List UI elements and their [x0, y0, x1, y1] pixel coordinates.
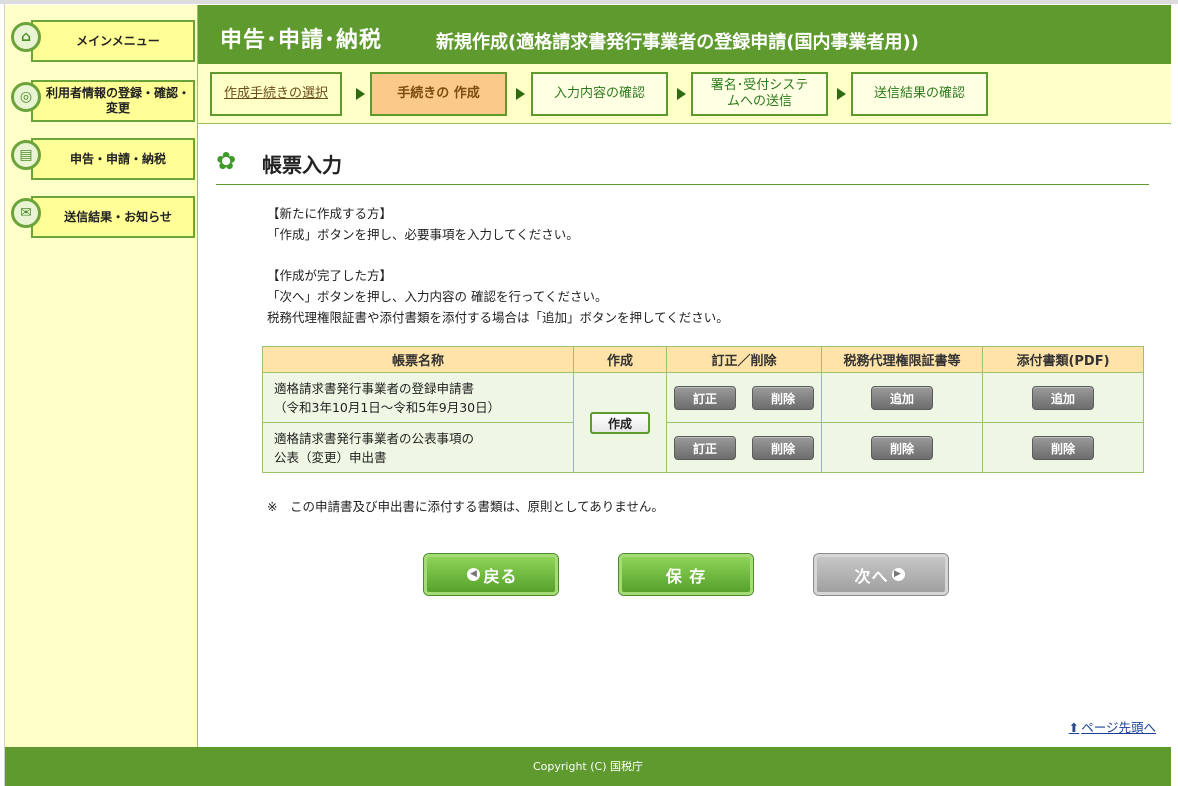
page-title: 帳票入力: [262, 153, 342, 177]
sidebar-item-user-info[interactable]: ◎ 利用者情報の登録・確認・変更: [11, 80, 195, 122]
arrow-left-icon: ◀: [467, 568, 481, 581]
step-arrow-icon: [837, 88, 846, 100]
step-send: 署名･受付システムへの送信: [691, 72, 828, 116]
create-button[interactable]: 作成: [590, 411, 650, 434]
step-select-procedure[interactable]: 作成手続きの選択: [210, 72, 342, 116]
delete-button[interactable]: 削除: [751, 385, 814, 410]
page-top-label: ページ先頭へ: [1081, 720, 1156, 735]
sidebar-item-results[interactable]: ✉ 送信結果・お知らせ: [11, 196, 195, 238]
save-button[interactable]: 保 存: [619, 554, 753, 595]
col-header-attachments: 添付書類(PDF): [982, 346, 1144, 373]
forms-table: 帳票名称 作成 訂正／削除 税務代理権限証書等 添付書類(PDF) 適格請求書発…: [262, 346, 1144, 473]
edit-delete-cell: 訂正 削除: [666, 372, 822, 423]
main-content: ✿ 帳票入力 【新たに作成する方】 「作成」ボタンを押し、必要事項を入力してくだ…: [198, 125, 1171, 747]
step-result: 送信結果の確認: [851, 72, 988, 116]
col-header-edit-delete: 訂正／削除: [666, 346, 822, 373]
edit-delete-cell: 訂正 削除: [666, 422, 822, 473]
form-name-line1: 適格請求書発行事業者の公表事項の: [274, 430, 475, 446]
instructions-new-text: 「作成」ボタンを押し、必要事項を入力してください。: [267, 227, 579, 242]
user-icon: ◎: [11, 82, 41, 112]
attachment-note: ※ この申請書及び申出書に添付する書類は、原則としてありません。: [267, 499, 664, 514]
proxy-delete-button[interactable]: 削除: [871, 435, 933, 460]
instructions-done-text1: 「次へ」ボタンを押し、入力内容の 確認を行ってください。: [267, 289, 608, 304]
step-arrow-icon: [677, 88, 686, 100]
instructions-done-heading: 【作成が完了した方】: [267, 268, 393, 283]
sidebar-item-label: 申告・申請・納税: [31, 138, 195, 180]
page-title-bar: ✿ 帳票入力: [216, 147, 1149, 185]
col-header-create: 作成: [573, 346, 667, 373]
step-arrow-icon: [516, 88, 525, 100]
delete-button[interactable]: 削除: [751, 435, 814, 460]
next-button[interactable]: 次へ ▶: [814, 554, 948, 595]
proxy-cell: 削除: [821, 422, 983, 473]
home-icon: ⌂: [11, 22, 41, 52]
sidebar-item-label: メインメニュー: [31, 20, 195, 62]
sidebar-item-filing[interactable]: ▤ 申告・申請・納税: [11, 138, 195, 180]
proxy-cell: 追加: [821, 372, 983, 423]
attach-add-button[interactable]: 追加: [1032, 385, 1094, 410]
step-arrow-icon: [356, 88, 365, 100]
step-create: 手続きの 作成: [370, 72, 507, 116]
attach-cell: 削除: [982, 422, 1144, 473]
header-title: 申告･申請･納税: [220, 28, 383, 53]
instructions-done: 【作成が完了した方】 「次へ」ボタンを押し、入力内容の 確認を行ってください。 …: [267, 265, 729, 328]
sidebar: ⌂ メインメニュー ◎ 利用者情報の登録・確認・変更 ▤ 申告・申請・納税 ✉ …: [5, 5, 198, 747]
arrow-up-icon: ⬆: [1068, 720, 1080, 735]
header-subtitle: 新規作成(適格請求書発行事業者の登録申請(国内事業者用)): [436, 32, 919, 53]
step-confirm: 入力内容の確認: [531, 72, 668, 116]
form-name-line2: （令和3年10月1日～令和5年9月30日）: [274, 399, 501, 415]
table-header-row: 帳票名称 作成 訂正／削除 税務代理権限証書等 添付書類(PDF): [262, 346, 1144, 373]
sidebar-item-main-menu[interactable]: ⌂ メインメニュー: [11, 20, 195, 62]
form-name-line1: 適格請求書発行事業者の登録申請書: [274, 380, 475, 396]
table-row: 適格請求書発行事業者の公表事項の 公表（変更）申出書 訂正 削除 削除 削除: [262, 422, 1144, 473]
attach-cell: 追加: [982, 372, 1144, 423]
clover-icon: ✿: [216, 147, 237, 175]
back-button[interactable]: ◀ 戻る: [424, 554, 558, 595]
save-button-label: 保 存: [665, 566, 707, 586]
edit-button[interactable]: 訂正: [674, 385, 736, 410]
col-header-proxy-certificate: 税務代理権限証書等: [821, 346, 983, 373]
edit-button[interactable]: 訂正: [674, 435, 736, 460]
instructions-new: 【新たに作成する方】 「作成」ボタンを押し、必要事項を入力してください。: [267, 203, 579, 245]
sidebar-item-label: 利用者情報の登録・確認・変更: [31, 80, 195, 122]
table-row: 適格請求書発行事業者の登録申請書 （令和3年10月1日～令和5年9月30日） 作…: [262, 372, 1144, 473]
proxy-add-button[interactable]: 追加: [871, 385, 933, 410]
document-icon: ▤: [11, 140, 41, 170]
attach-delete-button[interactable]: 削除: [1032, 435, 1094, 460]
back-button-label: 戻る: [483, 566, 518, 586]
page-top-link[interactable]: ⬆ ページ先頭へ: [1069, 717, 1156, 736]
col-header-form-name: 帳票名称: [262, 346, 574, 373]
header-bar: 申告･申請･納税 新規作成(適格請求書発行事業者の登録申請(国内事業者用)): [198, 5, 1171, 64]
instructions-new-heading: 【新たに作成する方】: [267, 206, 393, 221]
mail-icon: ✉: [11, 198, 41, 228]
progress-steps: 作成手続きの選択 手続きの 作成 入力内容の確認 署名･受付システムへの送信 送…: [198, 64, 1171, 124]
footer: Copyright (C) 国税庁: [5, 747, 1171, 786]
form-name-cell: 適格請求書発行事業者の公表事項の 公表（変更）申出書: [262, 422, 574, 473]
form-name-line2: 公表（変更）申出書: [274, 449, 387, 465]
sidebar-item-label: 送信結果・お知らせ: [31, 196, 195, 238]
create-cell: 作成: [573, 372, 667, 473]
next-button-label: 次へ: [854, 566, 889, 586]
form-name-cell: 適格請求書発行事業者の登録申請書 （令和3年10月1日～令和5年9月30日）: [262, 372, 574, 423]
instructions-done-text2: 税務代理権限証書や添付書類を添付する場合は「追加」ボタンを押してください。: [267, 310, 729, 325]
arrow-right-icon: ▶: [891, 568, 905, 581]
